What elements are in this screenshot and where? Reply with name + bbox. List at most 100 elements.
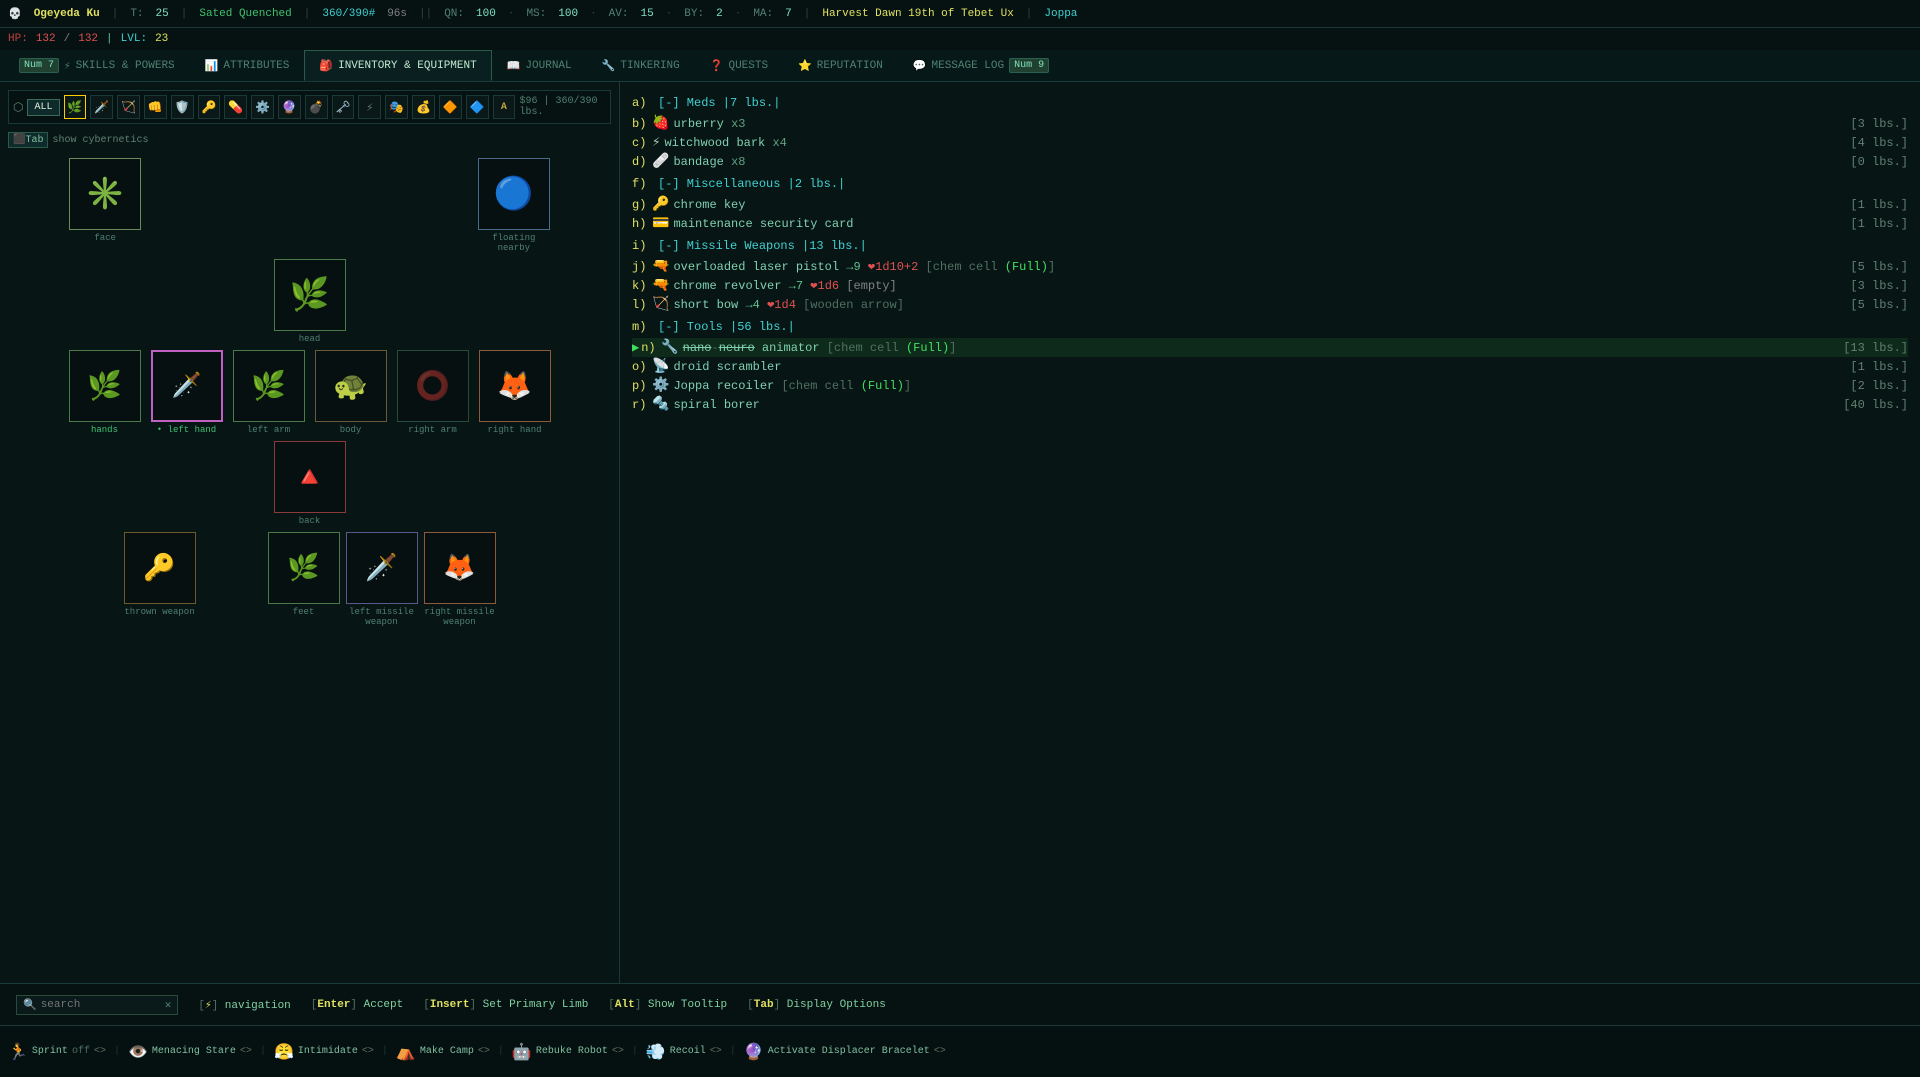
head-item-icon: 🌿 [290, 275, 330, 315]
tab-skills[interactable]: Num 7 ⚡ SKILLS & POWERS [4, 50, 190, 81]
tab-skills-label: SKILLS & POWERS [76, 60, 175, 72]
feet-label: feet [293, 607, 315, 617]
tab-quests[interactable]: ❓ QUESTS [695, 50, 783, 81]
hp-bar: HP: 132 / 132 | LVL: 23 [0, 28, 1920, 50]
ability-displacer-bracelet[interactable]: 🔮 Activate Displacer Bracelet <> [744, 1042, 946, 1062]
tab-inventory-label: INVENTORY & EQUIPMENT [338, 60, 477, 72]
keybind-tooltip: [Alt] Show Tooltip [608, 999, 727, 1011]
tab-reputation[interactable]: ⭐ REPUTATION [783, 50, 898, 81]
filter-coin-icon[interactable]: 💰 [412, 95, 435, 119]
item-witchwood[interactable]: c) ⚡ witchwood bark x4 [4 lbs.] [632, 133, 1908, 152]
search-icon: 🔍 [23, 998, 37, 1012]
face-label: face [94, 233, 116, 243]
bottom-bar: 🔍 ✕ [⚡] navigation [Enter] Accept [Inser… [0, 983, 1920, 1025]
section-meds[interactable]: a) [-] Meds |7 lbs.| [632, 96, 1908, 110]
left-missile-slot[interactable]: 🗡️ left missile weapon [346, 532, 418, 627]
item-laser-pistol[interactable]: j) 🔫 overloaded laser pistol →9 ❤1d10+2 … [632, 257, 1908, 276]
left-arm-item-icon: 🌿 [251, 369, 286, 404]
tab-tinkering-icon: 🔧 [602, 59, 616, 73]
filter-all-button[interactable]: ALL [27, 99, 59, 116]
item-urberry[interactable]: b) 🍓 urberry x3 [3 lbs.] [632, 114, 1908, 133]
body-slot[interactable]: 🐢 body [315, 350, 387, 435]
filter-bow-icon[interactable]: 🏹 [117, 95, 140, 119]
displacer-bracelet-icon: 🔮 [744, 1042, 764, 1062]
filter-artifact-icon[interactable]: A [493, 95, 516, 119]
tab-key: ⬛Tab [8, 132, 48, 148]
tab-skills-icon: ⚡ [64, 59, 71, 73]
item-short-bow[interactable]: l) 🏹 short bow →4 ❤1d4 [wooden arrow] [5… [632, 295, 1908, 314]
weight-display: 360/390# [322, 8, 375, 20]
item-joppa-recoiler[interactable]: p) ⚙️ Joppa recoiler [chem cell (Full)] … [632, 376, 1908, 395]
filter-gem-icon[interactable]: 🔷 [466, 95, 489, 119]
sprint-icon: 🏃 [8, 1042, 28, 1062]
cybernetics-toggle[interactable]: ⬛Tab show cybernetics [8, 132, 611, 148]
tab-tinkering[interactable]: 🔧 TINKERING [587, 50, 695, 81]
head-slot[interactable]: 🌿 head [274, 259, 346, 344]
filter-key-icon[interactable]: 🔑 [198, 95, 221, 119]
floating-nearby-slot[interactable]: 🔵 floating nearby [478, 158, 550, 253]
ability-intimidate[interactable]: 😤 Intimidate <> [274, 1042, 374, 1062]
left-missile-label: left missile weapon [346, 607, 418, 627]
body-item-icon: 🐢 [333, 369, 368, 404]
tab-tinkering-label: TINKERING [620, 60, 679, 72]
hands-label: hands [91, 425, 118, 435]
filter-bomb-icon[interactable]: 💣 [305, 95, 328, 119]
filter-weapon-icon[interactable]: 🗡️ [90, 95, 113, 119]
filter-mask-icon[interactable]: 🎭 [385, 95, 408, 119]
thrown-weapon-slot[interactable]: 🔑 thrown weapon [124, 532, 196, 627]
search-clear-icon[interactable]: ✕ [165, 998, 172, 1012]
filter-diamond-icon[interactable]: 🔶 [439, 95, 462, 119]
item-chrome-key[interactable]: g) 🔑 chrome key [1 lbs.] [632, 195, 1908, 214]
tab-attributes-label: ATTRIBUTES [223, 60, 289, 72]
right-hand-slot[interactable]: 🦊 right hand [479, 350, 551, 435]
ability-recoil[interactable]: 💨 Recoil <> [646, 1042, 722, 1062]
thrown-label: thrown weapon [124, 607, 194, 617]
filter-key2-icon[interactable]: 🗝️ [332, 95, 355, 119]
section-misc[interactable]: f) [-] Miscellaneous |2 lbs.| [632, 177, 1908, 191]
filter-orb-icon[interactable]: 🔮 [278, 95, 301, 119]
filter-plants-icon[interactable]: 🌿 [64, 95, 87, 119]
item-droid-scrambler[interactable]: o) 📡 droid scrambler [1 lbs.] [632, 357, 1908, 376]
search-box[interactable]: 🔍 ✕ [16, 995, 178, 1015]
skull-icon: 💀 [8, 7, 22, 21]
money-display: $96 | 360/390 lbs. [519, 96, 606, 118]
back-slot[interactable]: 🔺 back [274, 441, 346, 526]
skills-badge: Num 7 [19, 58, 59, 73]
hands-slot[interactable]: 🌿 hands [69, 350, 141, 435]
right-missile-label: right missile weapon [424, 607, 496, 627]
filter-shield-icon[interactable]: 🛡️ [171, 95, 194, 119]
ability-sprint[interactable]: 🏃 Sprint off <> [8, 1042, 106, 1062]
ability-make-camp[interactable]: ⛺ Make Camp <> [396, 1042, 490, 1062]
status-text: Sated Quenched [199, 8, 291, 20]
ability-menacing-stare[interactable]: 👁️ Menacing Stare <> [128, 1042, 252, 1062]
ability-rebuke-robot[interactable]: 🤖 Rebuke Robot <> [512, 1042, 624, 1062]
left-hand-slot[interactable]: 🗡️ • left hand [151, 350, 223, 435]
filter-med-icon[interactable]: 💊 [224, 95, 247, 119]
tab-inventory-icon: 🎒 [319, 59, 333, 73]
right-missile-slot[interactable]: 🦊 right missile weapon [424, 532, 496, 627]
left-arm-slot[interactable]: 🌿 left arm [233, 350, 305, 435]
right-arm-slot[interactable]: ⭕ right arm [397, 350, 469, 435]
item-spiral-borer[interactable]: r) 🔩 spiral borer [40 lbs.] [632, 395, 1908, 414]
tab-attributes[interactable]: 📊 ATTRIBUTES [190, 50, 305, 81]
search-input[interactable] [41, 999, 161, 1011]
tab-messagelog[interactable]: 💬 MESSAGE LOG Num 9 [898, 50, 1064, 81]
equipment-panel: ⬡ ALL 🌿 🗡️ 🏹 👊 🛡️ 🔑 💊 ⚙️ 🔮 💣 🗝️ ⚡ 🎭 💰 🔶 … [0, 82, 620, 983]
filter-fist-icon[interactable]: 👊 [144, 95, 167, 119]
item-chrome-revolver[interactable]: k) 🔫 chrome revolver →7 ❤1d6 [empty] [3 … [632, 276, 1908, 295]
item-bandage[interactable]: d) 🩹 bandage x8 [0 lbs.] [632, 152, 1908, 171]
item-security-card[interactable]: h) 💳 maintenance security card [1 lbs.] [632, 214, 1908, 233]
section-tools[interactable]: m) [-] Tools |56 lbs.| [632, 320, 1908, 334]
tab-inventory[interactable]: 🎒 INVENTORY & EQUIPMENT [304, 50, 491, 81]
right-arm-item-icon: ⭕ [415, 369, 450, 404]
face-slot[interactable]: ✳️ face [69, 158, 141, 253]
main-content: ⬡ ALL 🌿 🗡️ 🏹 👊 🛡️ 🔑 💊 ⚙️ 🔮 💣 🗝️ ⚡ 🎭 💰 🔶 … [0, 82, 1920, 983]
location: Joppa [1044, 8, 1077, 20]
item-nano-animator[interactable]: ▶ n) 🔧 nano-neuro animator [chem cell (F… [632, 338, 1908, 357]
feet-slot[interactable]: 🌿 feet [268, 532, 340, 627]
right-missile-item-icon: 🦊 [443, 553, 475, 584]
section-missile[interactable]: i) [-] Missile Weapons |13 lbs.| [632, 239, 1908, 253]
filter-lightning-icon[interactable]: ⚡ [358, 95, 381, 119]
filter-gear-icon[interactable]: ⚙️ [251, 95, 274, 119]
tab-journal[interactable]: 📖 JOURNAL [492, 50, 587, 81]
